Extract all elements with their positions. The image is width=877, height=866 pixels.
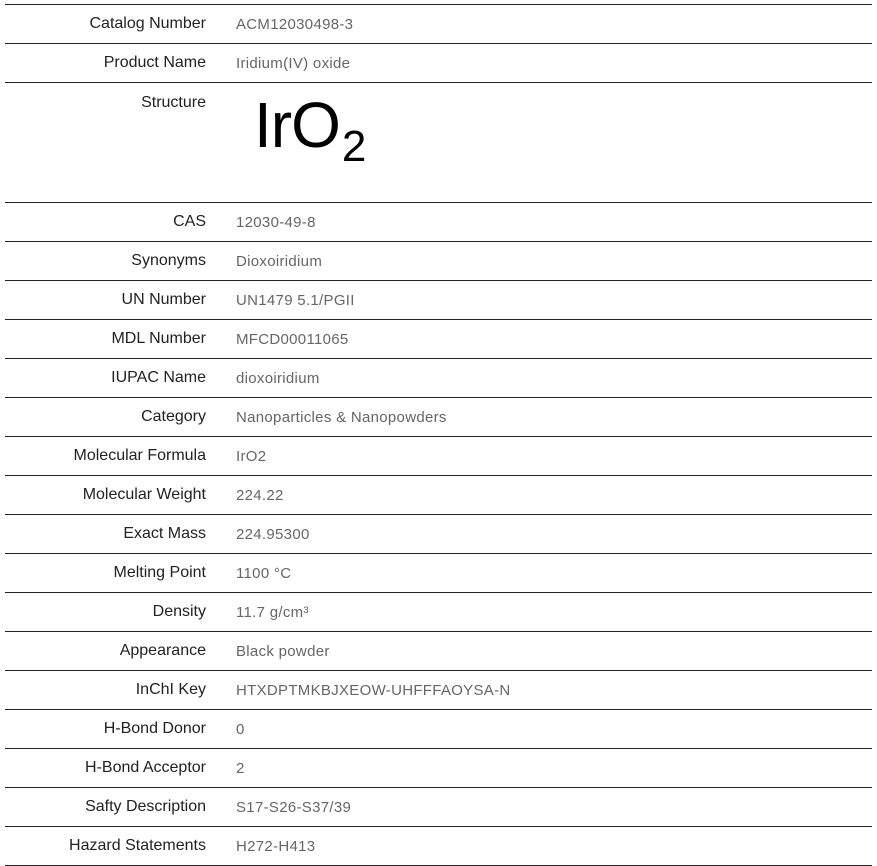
value-exact-mass: 224.95300	[236, 525, 310, 543]
structure-image: IrO2	[254, 93, 366, 169]
product-properties-table: Catalog Number ACM12030498-3 Product Nam…	[5, 4, 872, 866]
row-catalog-number: Catalog Number ACM12030498-3	[5, 4, 872, 44]
label-category: Category	[141, 408, 206, 425]
row-appearance: Appearance Black powder	[5, 631, 872, 671]
row-synonyms: Synonyms Dioxoiridium	[5, 241, 872, 281]
label-molecular-weight: Molecular Weight	[82, 486, 206, 503]
label-synonyms: Synonyms	[131, 252, 206, 269]
value-category: Nanoparticles & Nanopowders	[236, 408, 447, 426]
label-exact-mass: Exact Mass	[123, 525, 206, 542]
row-exact-mass: Exact Mass 224.95300	[5, 514, 872, 554]
value-iupac-name: dioxoiridium	[236, 369, 320, 387]
value-cas: 12030-49-8	[236, 213, 316, 231]
row-mdl-number: MDL Number MFCD00011065	[5, 319, 872, 359]
value-molecular-formula: IrO2	[236, 447, 267, 465]
value-density: 11.7 g/cm³	[236, 603, 309, 621]
value-mdl-number: MFCD00011065	[236, 330, 349, 348]
structure-formula-subscript: 2	[341, 122, 367, 171]
value-structure: IrO2	[236, 83, 872, 203]
label-un-number: UN Number	[121, 291, 206, 308]
row-iupac-name: IUPAC Name dioxoiridium	[5, 358, 872, 398]
value-h-bond-acceptor: 2	[236, 759, 245, 777]
label-structure: Structure	[141, 94, 206, 111]
label-hazard-statements: Hazard Statements	[69, 837, 206, 854]
row-molecular-formula: Molecular Formula IrO2	[5, 436, 872, 476]
value-h-bond-donor: 0	[236, 720, 245, 738]
value-appearance: Black powder	[236, 642, 330, 660]
row-density: Density 11.7 g/cm³	[5, 592, 872, 632]
label-product-name: Product Name	[103, 54, 206, 71]
label-cas: CAS	[173, 213, 206, 230]
value-catalog-number: ACM12030498-3	[236, 15, 354, 33]
value-synonyms: Dioxoiridium	[236, 252, 323, 270]
value-un-number: UN1479 5.1/PGII	[236, 291, 355, 309]
row-h-bond-acceptor: H-Bond Acceptor 2	[5, 748, 872, 788]
row-melting-point: Melting Point 1100 °C	[5, 553, 872, 593]
row-h-bond-donor: H-Bond Donor 0	[5, 709, 872, 749]
row-molecular-weight: Molecular Weight 224.22	[5, 475, 872, 515]
row-hazard-statements: Hazard Statements H272-H413	[5, 826, 872, 866]
row-category: Category Nanoparticles & Nanopowders	[5, 397, 872, 437]
row-un-number: UN Number UN1479 5.1/PGII	[5, 280, 872, 320]
label-inchi-key: InChI Key	[135, 681, 206, 698]
row-product-name: Product Name Iridium(IV) oxide	[5, 43, 872, 83]
value-safety-description: S17-S26-S37/39	[236, 798, 352, 816]
label-h-bond-donor: H-Bond Donor	[103, 720, 206, 737]
row-cas: CAS 12030-49-8	[5, 202, 872, 242]
row-safety-description: Safty Description S17-S26-S37/39	[5, 787, 872, 827]
label-appearance: Appearance	[119, 642, 206, 659]
value-molecular-weight: 224.22	[236, 486, 284, 504]
row-structure: Structure IrO2	[5, 82, 872, 203]
value-product-name: Iridium(IV) oxide	[236, 54, 351, 72]
structure-formula-main: IrO	[254, 89, 341, 161]
value-melting-point: 1100 °C	[236, 564, 292, 582]
label-mdl-number: MDL Number	[111, 330, 206, 347]
label-density: Density	[152, 603, 206, 620]
label-melting-point: Melting Point	[113, 564, 207, 581]
value-hazard-statements: H272-H413	[236, 837, 316, 855]
label-h-bond-acceptor: H-Bond Acceptor	[85, 759, 206, 776]
label-iupac-name: IUPAC Name	[111, 369, 206, 386]
label-catalog-number: Catalog Number	[89, 15, 207, 32]
value-inchi-key: HTXDPTMKBJXEOW-UHFFFAOYSA-N	[236, 681, 511, 699]
row-inchi-key: InChI Key HTXDPTMKBJXEOW-UHFFFAOYSA-N	[5, 670, 872, 710]
label-molecular-formula: Molecular Formula	[73, 447, 206, 464]
label-safety-description: Safty Description	[85, 798, 206, 815]
